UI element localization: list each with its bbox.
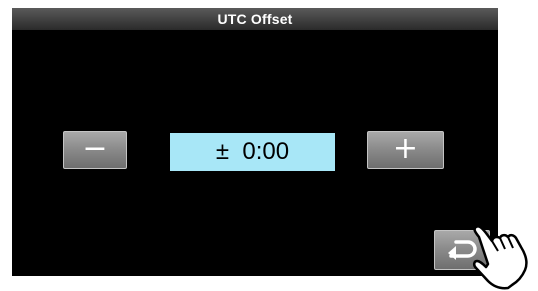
title-bar: UTC Offset [12, 8, 498, 30]
minus-label: − [82, 131, 108, 166]
back-button[interactable] [434, 230, 490, 270]
decrease-button[interactable]: − [63, 131, 127, 169]
utc-offset-value: ± 0:00 [170, 133, 335, 171]
display-screen: UTC Offset − ± 0:00 + [12, 8, 498, 276]
screen-title: UTC Offset [217, 11, 293, 27]
plus-label: + [392, 131, 419, 166]
increase-button[interactable]: + [367, 131, 444, 169]
